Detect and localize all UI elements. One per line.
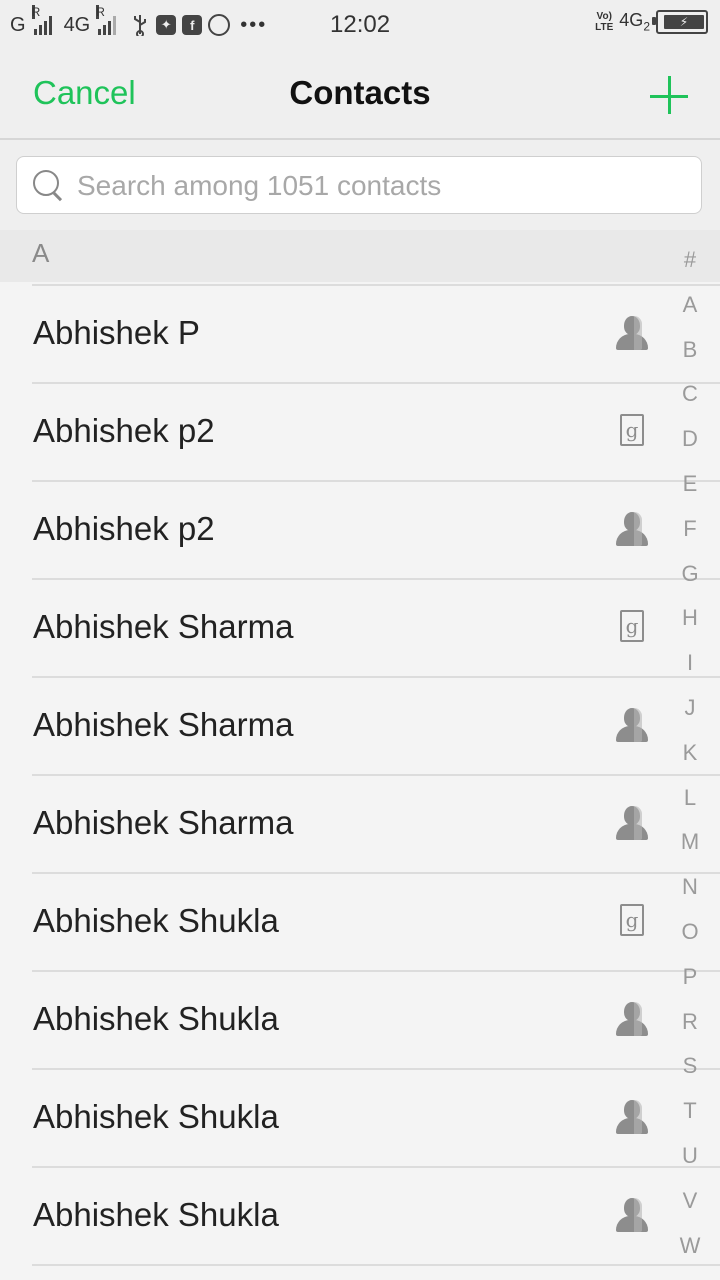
sim-slot-label: 2 (643, 19, 650, 34)
contact-name: Abhishek Shukla (33, 1196, 279, 1233)
search-area (0, 140, 720, 230)
divider (32, 872, 720, 874)
facebook-icon: f (182, 15, 203, 35)
index-letter[interactable]: B (668, 328, 712, 373)
nav-bar: Cancel Contacts (0, 50, 720, 140)
contact-row[interactable]: Abhishek Sharma g (0, 578, 720, 676)
contact-name: Abhishek P (33, 314, 200, 351)
contact-list: Abhishek P Abhishek p2 g Abhishek p2 Abhishe… (0, 284, 720, 1266)
google-icon: g (620, 610, 644, 642)
index-letter[interactable]: C (668, 372, 712, 417)
lte-label: LTE (595, 22, 614, 33)
contact-name: Abhishek p2 (33, 412, 215, 449)
index-letter[interactable]: A (668, 283, 712, 328)
index-letter[interactable]: J (668, 686, 712, 731)
index-letter[interactable]: G (668, 552, 712, 597)
app-icon: ✦ (156, 15, 177, 35)
index-letter[interactable]: E (668, 462, 712, 507)
google-icon: g (620, 414, 644, 446)
divider (32, 970, 720, 972)
google-icon: g (620, 904, 644, 936)
status-right-icons: Vo) LTE 4G2 ⚡ (595, 10, 708, 34)
network-type-1: G (10, 13, 26, 36)
contact-row[interactable]: Abhishek Sharma (0, 676, 720, 774)
person-icon (614, 316, 650, 352)
index-letter[interactable]: R (668, 1000, 712, 1045)
search-input[interactable] (75, 165, 679, 207)
index-letter[interactable]: I (668, 641, 712, 686)
alphabet-index[interactable]: # A B C D E F G H I J K L M N O P R S T U V W (668, 238, 712, 1268)
network-label: 4G (619, 10, 644, 31)
list-end (0, 1264, 720, 1266)
divider (32, 382, 720, 384)
index-letter[interactable]: V (668, 1179, 712, 1224)
index-letter[interactable]: T (668, 1089, 712, 1134)
person-icon (614, 512, 650, 548)
section-header: A (0, 230, 720, 282)
battery-charging-icon: ⚡ (652, 10, 708, 34)
contact-row[interactable]: Abhishek p2 g (0, 382, 720, 480)
signal-strength-icon: R (96, 5, 117, 35)
person-icon (614, 806, 650, 842)
section-letter: A (32, 238, 50, 268)
divider (32, 774, 720, 776)
contact-name: Abhishek Shukla (33, 1098, 279, 1135)
index-letter[interactable]: L (668, 776, 712, 821)
divider (32, 1264, 720, 1266)
person-icon (614, 1002, 650, 1038)
volte-label: Vo) (596, 11, 612, 22)
index-letter[interactable]: P (668, 955, 712, 1000)
divider (32, 284, 720, 286)
index-letter[interactable]: H (668, 596, 712, 641)
usb-icon (130, 15, 150, 36)
person-icon (614, 708, 650, 744)
divider (32, 1068, 720, 1070)
whatsapp-icon (208, 14, 231, 36)
roaming-indicator: R (96, 5, 105, 19)
divider (32, 578, 720, 580)
network-type-2: 4G (63, 13, 91, 36)
person-icon (614, 1100, 650, 1136)
contact-row[interactable]: Abhishek p2 (0, 480, 720, 578)
index-letter[interactable]: S (668, 1044, 712, 1089)
add-contact-button[interactable] (650, 76, 690, 116)
contact-name: Abhishek p2 (33, 510, 215, 547)
search-box[interactable] (16, 156, 702, 214)
contact-row[interactable]: Abhishek P (0, 284, 720, 382)
search-icon (33, 170, 65, 202)
roaming-indicator: R (31, 5, 41, 19)
signal-strength-icon: R (31, 5, 52, 35)
index-letter[interactable]: F (668, 507, 712, 552)
contact-row[interactable]: Abhishek Shukla (0, 1166, 720, 1264)
status-bar: G R 4G R ✦ f ••• 12:02 Vo) LTE 4G2 ⚡ (0, 0, 720, 50)
index-letter[interactable]: # (668, 238, 712, 283)
divider (32, 1166, 720, 1168)
more-notifications-icon: ••• (240, 13, 268, 36)
index-letter[interactable]: O (668, 910, 712, 955)
contact-row[interactable]: Abhishek Sharma (0, 774, 720, 872)
contact-name: Abhishek Sharma (33, 804, 294, 841)
contact-row[interactable]: Abhishek Shukla (0, 970, 720, 1068)
contact-name: Abhishek Shukla (33, 1000, 279, 1037)
contact-name: Abhishek Sharma (33, 706, 294, 743)
contact-name: Abhishek Shukla (33, 902, 279, 939)
index-letter[interactable]: K (668, 731, 712, 776)
contact-row[interactable]: Abhishek Shukla (0, 1068, 720, 1166)
index-letter[interactable]: W (668, 1224, 712, 1269)
person-icon (614, 1198, 650, 1234)
index-letter[interactable]: M (668, 820, 712, 865)
index-letter[interactable]: D (668, 417, 712, 462)
contact-name: Abhishek Sharma (33, 608, 294, 645)
status-left-icons: G R 4G R ✦ f ••• (10, 5, 268, 40)
clock: 12:02 (330, 11, 391, 38)
divider (32, 676, 720, 678)
network-4g-icon: 4G2 (619, 10, 650, 34)
page-title: Contacts (289, 74, 431, 111)
divider (32, 480, 720, 482)
volte-icon: Vo) LTE (595, 11, 613, 33)
index-letter[interactable]: N (668, 865, 712, 910)
contact-row[interactable]: Abhishek Shukla g (0, 872, 720, 970)
index-letter[interactable]: U (668, 1134, 712, 1179)
